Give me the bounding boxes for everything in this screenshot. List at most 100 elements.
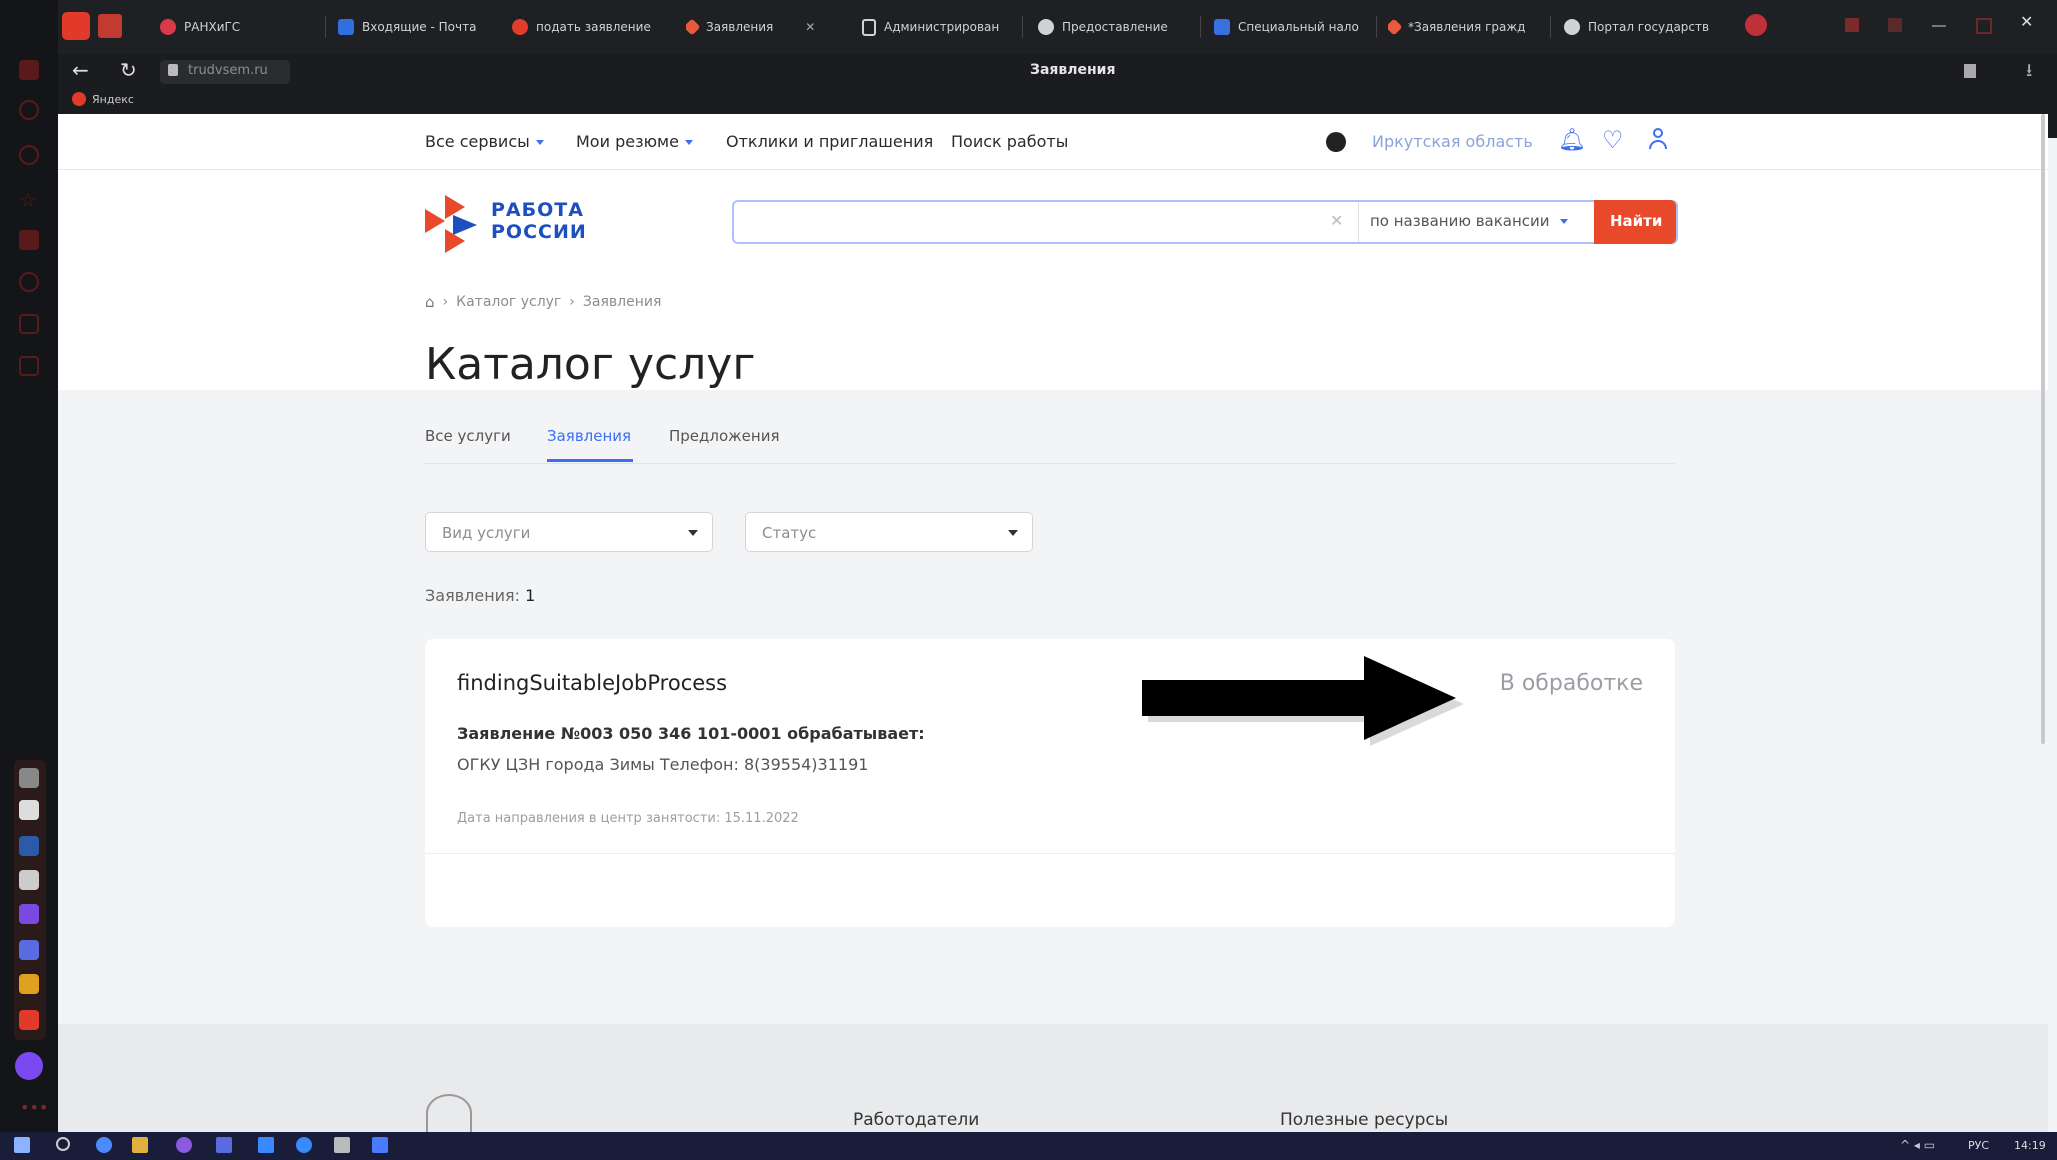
files-icon[interactable]: [132, 1137, 148, 1153]
nav-label: Мои резюме: [576, 132, 679, 151]
nav-job-search[interactable]: Поиск работы: [951, 132, 1068, 151]
tab-applications[interactable]: Заявления: [547, 427, 631, 445]
chat-icon[interactable]: [296, 1137, 312, 1153]
trudvsem-icon: [686, 18, 701, 36]
app-icon[interactable]: [258, 1137, 274, 1153]
download-icon[interactable]: ⭳: [2026, 58, 2032, 88]
tab-applications-active[interactable]: Заявления ✕: [686, 8, 846, 46]
tabs-group-icon[interactable]: [62, 12, 90, 40]
discord-icon[interactable]: [19, 940, 39, 960]
yandex-taskbar-icon[interactable]: [96, 1137, 112, 1153]
service-type-placeholder: Вид услуги: [442, 524, 531, 542]
video-icon[interactable]: [19, 1010, 39, 1030]
refresh-icon[interactable]: [19, 145, 39, 165]
count-value: 1: [525, 586, 536, 605]
user-icon[interactable]: [1648, 128, 1668, 150]
status-select[interactable]: Статус: [745, 512, 1033, 552]
more-icon[interactable]: •••: [20, 1098, 48, 1117]
reload-icon[interactable]: ↻: [120, 58, 137, 82]
address-bar[interactable]: trudvsem.ru: [160, 60, 290, 84]
settings-icon[interactable]: [19, 272, 39, 292]
qr-icon[interactable]: [19, 870, 39, 890]
page-icon[interactable]: [98, 14, 122, 38]
twitch-icon[interactable]: [19, 904, 39, 924]
profile-icon[interactable]: [1745, 14, 1767, 36]
site-logo[interactable]: РАБОТА РОССИИ: [425, 191, 587, 261]
search-button[interactable]: Найти: [1594, 200, 1676, 244]
monitor-icon[interactable]: [372, 1137, 388, 1153]
search-input[interactable]: [744, 208, 1308, 238]
epic-icon[interactable]: [19, 800, 39, 820]
bookmark-icon[interactable]: [1964, 64, 1976, 78]
tab-administration[interactable]: Администрирован: [862, 8, 1027, 46]
gamepad-icon[interactable]: [19, 974, 39, 994]
tab-all-services[interactable]: Все услуги: [425, 427, 511, 445]
tab-mail[interactable]: Входящие - Почта: [338, 8, 503, 46]
downloads-icon[interactable]: [1845, 18, 1859, 32]
breadcrumb-catalog[interactable]: Каталог услуг: [456, 294, 561, 310]
region-link[interactable]: Иркутская область: [1372, 132, 1533, 151]
notes-icon[interactable]: [19, 356, 39, 376]
collections-icon[interactable]: [19, 230, 39, 250]
search-mode-select[interactable]: по названию вакансии: [1370, 212, 1568, 230]
logo-line1: РАБОТА: [491, 199, 584, 221]
minimize-icon[interactable]: [1932, 25, 1946, 27]
tab-gov-portal[interactable]: Портал государств: [1564, 8, 1724, 46]
calculator-icon[interactable]: [334, 1137, 350, 1153]
footer-resources[interactable]: Полезные ресурсы: [1280, 1110, 1448, 1130]
application-date: Дата направления в центр занятости: 15.1…: [457, 811, 799, 826]
nav-my-resumes[interactable]: Мои резюме: [576, 132, 693, 151]
history-icon[interactable]: [19, 100, 39, 120]
heart-icon[interactable]: ♡: [1602, 126, 1624, 154]
back-arrow-icon[interactable]: ←: [72, 58, 89, 82]
logo-line2: РОССИИ: [491, 221, 587, 243]
steam-icon[interactable]: [19, 836, 39, 856]
close-tab-icon[interactable]: ✕: [805, 20, 815, 34]
menu-icon[interactable]: [1888, 18, 1902, 32]
home-icon[interactable]: ⌂: [425, 293, 435, 311]
dropdown-arrow-icon: [1008, 530, 1018, 536]
tab-favicon-icon: [160, 19, 176, 35]
maximize-icon[interactable]: [1976, 18, 1992, 34]
discord-taskbar-icon[interactable]: [216, 1137, 232, 1153]
application-card[interactable]: findingSuitableJobProcess В обработке За…: [425, 639, 1675, 927]
mail-icon: [338, 19, 354, 35]
eye-icon[interactable]: [1326, 132, 1346, 152]
clock[interactable]: 14:19: [2014, 1139, 2046, 1152]
tab-provision[interactable]: Предоставление: [1038, 8, 1198, 46]
tab-submit-application[interactable]: подать заявление: [512, 8, 672, 46]
search-icon[interactable]: [56, 1137, 70, 1151]
service-type-select[interactable]: Вид услуги: [425, 512, 713, 552]
nav-label: Все сервисы: [425, 132, 530, 151]
alice-icon[interactable]: [19, 60, 39, 80]
scrollbar[interactable]: [2041, 114, 2045, 744]
nav-all-services[interactable]: Все сервисы: [425, 132, 544, 151]
tab-special-tax[interactable]: Специальный нало: [1214, 8, 1374, 46]
windows-start-icon[interactable]: [14, 1137, 30, 1153]
close-window-icon[interactable]: ✕: [2020, 12, 2033, 31]
bell-icon[interactable]: 🔔︎: [1558, 128, 1586, 153]
clear-search-icon[interactable]: ✕: [1330, 211, 1343, 230]
tab-ranhigs[interactable]: РАНХиГС: [160, 8, 310, 46]
chevron-down-icon: [1559, 219, 1568, 224]
count-label: Заявления:: [425, 586, 521, 605]
nav-responses[interactable]: Отклики и приглашения: [726, 132, 933, 151]
tray-icons[interactable]: ^ ◂ ▭: [1900, 1138, 1935, 1152]
tab-offers[interactable]: Предложения: [669, 427, 780, 445]
address-text: trudvsem.ru: [188, 63, 268, 78]
trudvsem-icon: [1388, 18, 1403, 36]
status-placeholder: Статус: [762, 524, 817, 542]
bookmark-yandex[interactable]: Яндекс: [72, 92, 134, 106]
language-indicator[interactable]: РУС: [1968, 1139, 1989, 1152]
footer-employers[interactable]: Работодатели: [853, 1110, 979, 1130]
star-icon[interactable]: ☆: [19, 188, 39, 212]
assistant-icon[interactable]: [15, 1052, 43, 1080]
tab-label: Портал государств: [1588, 20, 1710, 34]
search-mode-label: по названию вакансии: [1370, 212, 1550, 230]
search-box: ✕ по названию вакансии: [732, 200, 1678, 244]
viber-icon[interactable]: [176, 1137, 192, 1153]
apps-icon[interactable]: [19, 314, 39, 334]
browser-sidebar: ☆ •••: [0, 0, 58, 1132]
tab-citizen-applications[interactable]: *Заявления гражд: [1388, 8, 1548, 46]
text-app-icon[interactable]: [19, 768, 39, 788]
